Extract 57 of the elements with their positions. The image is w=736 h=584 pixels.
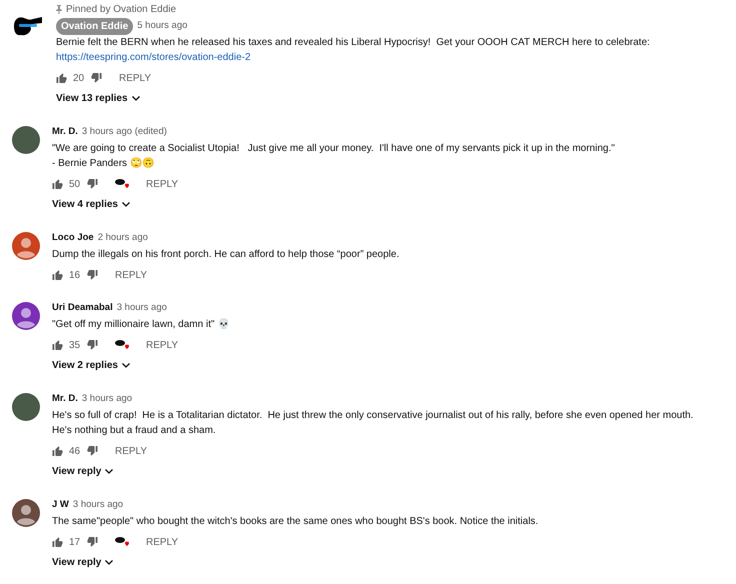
reply-button[interactable]: REPLY <box>115 444 148 458</box>
comment-author[interactable]: J W <box>52 498 69 512</box>
like-count: 50 <box>69 178 82 192</box>
like-icon[interactable] <box>52 446 63 456</box>
comment-text: "Get off my millionaire lawn, damn it" 💀 <box>52 318 230 332</box>
chevron-down-icon <box>122 363 130 368</box>
view-replies-button[interactable]: View reply <box>52 555 538 570</box>
reply-button[interactable]: REPLY <box>119 70 152 86</box>
reply-button[interactable]: REPLY <box>146 338 178 352</box>
dislike-icon[interactable] <box>87 270 98 280</box>
pin-icon <box>56 4 62 14</box>
comment-author[interactable]: Mr. D. <box>52 392 78 406</box>
comment-time[interactable]: 5 hours ago <box>137 18 188 34</box>
like-count: 35 <box>69 338 82 352</box>
like-count: 17 <box>69 536 82 550</box>
dislike-icon[interactable] <box>87 537 98 547</box>
chevron-down-icon <box>105 560 114 565</box>
comment-text: He's so full of crap! He is a Totalitarian dictator. He just threw the only conservative journalist out of his rally, before she even opened her mouth. <box>52 409 694 423</box>
chevron-down-icon <box>105 469 114 474</box>
like-count: 20 <box>73 72 86 86</box>
view-replies-button[interactable]: View 2 replies <box>52 358 230 373</box>
comment-text: He's nothing but a fraud and a sham. <box>52 424 217 438</box>
comment-text: The same"people" who bought the witch's books are the same ones who bought BS's book. Notice the initials. <box>52 515 538 529</box>
chevron-down-icon <box>122 202 130 207</box>
reply-button[interactable]: REPLY <box>115 268 148 282</box>
like-count: 16 <box>69 268 82 282</box>
like-icon[interactable] <box>52 340 63 350</box>
dislike-icon[interactable] <box>87 446 98 456</box>
view-replies-button[interactable]: View 13 replies <box>56 91 650 106</box>
comment-time[interactable]: 3 hours ago <box>116 300 167 316</box>
like-icon[interactable] <box>52 179 63 189</box>
comment-author[interactable]: Uri Deamabal <box>52 300 113 316</box>
dislike-icon[interactable] <box>87 179 98 189</box>
comment-text: - Bernie Panders 🙄🙃 <box>52 156 155 171</box>
like-count: 46 <box>69 444 82 458</box>
comment-author[interactable]: Ovation Eddie <box>56 18 134 34</box>
comment-text: Bernie felt the BERN when he released his taxes and revealed his Liberal Hypocrisy! Get your OOOH CAT MERCH here to celebrate: <box>56 36 650 50</box>
reply-button[interactable]: REPLY <box>146 176 178 192</box>
pinned-label: Pinned by Ovation Eddie <box>66 2 176 16</box>
dislike-icon[interactable] <box>87 340 98 350</box>
chevron-down-icon <box>132 96 140 101</box>
comment-time[interactable]: 3 hours ago <box>72 498 124 512</box>
like-icon[interactable] <box>56 73 67 83</box>
comment-text: "We are going to create a Socialist Utopia! Just give me all your money. I'll have one of my servants pick it up in the morning." <box>52 142 615 156</box>
comment-time[interactable]: 2 hours ago <box>98 230 148 246</box>
comment-time[interactable]: 3 hours ago (edited) <box>82 124 167 140</box>
dislike-icon[interactable] <box>91 73 102 83</box>
comment-author[interactable]: Loco Joe <box>52 230 94 246</box>
store-link[interactable]: https://teespring.com/stores/ovation-eddie-2 <box>56 50 650 65</box>
comment-text: Dump the illegals on his front porch. He can afford to help those “poor” people. <box>52 248 400 262</box>
view-replies-button[interactable]: View 4 replies <box>52 197 615 212</box>
view-replies-button[interactable]: View reply <box>52 464 694 479</box>
comment-time[interactable]: 3 hours ago <box>82 392 132 406</box>
like-icon[interactable] <box>52 270 63 280</box>
comment-author[interactable]: Mr. D. <box>52 124 78 140</box>
like-icon[interactable] <box>52 537 63 547</box>
reply-button[interactable]: REPLY <box>146 534 178 550</box>
